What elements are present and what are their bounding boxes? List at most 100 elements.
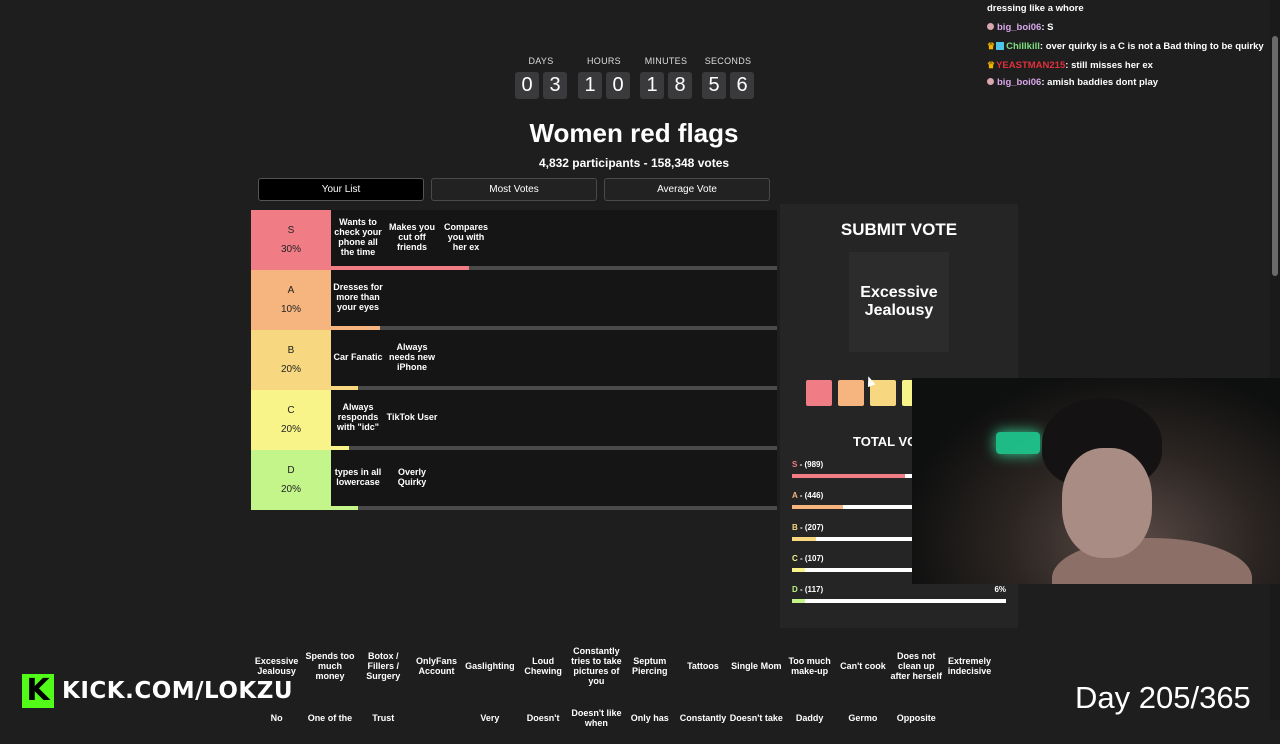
- pool-item[interactable]: Only has: [623, 694, 676, 744]
- pool-item[interactable]: Trust: [357, 694, 410, 744]
- pool-item[interactable]: Doesn't: [516, 694, 569, 744]
- tier-item[interactable]: Car Fanatic: [331, 330, 385, 386]
- kick-url: KICK.COM/LOKZU: [62, 678, 294, 704]
- tier-swatch-button[interactable]: [838, 380, 864, 406]
- pool-item[interactable]: Does not clean up after herself: [890, 642, 943, 692]
- chat-message: big_boi06: amish baddies dont play: [987, 74, 1270, 93]
- chat-text: S: [1047, 21, 1054, 33]
- countdown-digit: 0: [606, 72, 630, 99]
- chat-text: still misses her ex: [1071, 59, 1153, 71]
- tab-your-list[interactable]: Your List: [258, 178, 424, 201]
- countdown-label: SECONDS: [704, 56, 752, 66]
- pool-item[interactable]: Single Mom: [730, 642, 783, 692]
- countdown-label: MINUTES: [644, 56, 688, 66]
- pool-item[interactable]: Botox / Fillers / Surgery: [357, 642, 410, 692]
- tier-label: S 30%: [251, 210, 331, 270]
- countdown-digit: 1: [578, 72, 602, 99]
- pool-item[interactable]: Loud Chewing: [516, 642, 569, 692]
- total-vote-count: (446): [804, 491, 824, 501]
- tier-item[interactable]: TikTok User: [385, 390, 439, 446]
- tier-item[interactable]: Makes you cut off friends: [385, 210, 439, 266]
- countdown-unit: DAYS 0 3: [511, 56, 571, 99]
- webcam-overlay: [912, 378, 1280, 584]
- tier-items: types in all lowercase Overly Quirky: [331, 450, 777, 506]
- streamer-face: [1062, 448, 1152, 558]
- pool-item[interactable]: Constantly: [676, 694, 729, 744]
- page-title: Women red flags: [529, 118, 739, 148]
- pool-item[interactable]: OnlyFans Account: [410, 642, 463, 692]
- chat-username[interactable]: Chillkill: [1006, 41, 1040, 52]
- total-vote-separator: -: [797, 585, 805, 595]
- tier-items: Dresses for more than your eyes: [331, 270, 777, 326]
- chat-message: ♛ Chillkill: over quirky is a C is not a …: [987, 37, 1270, 56]
- tier-percent: 20%: [280, 364, 301, 375]
- tier-label: C 20%: [251, 390, 331, 450]
- tier-letter: A: [287, 285, 295, 296]
- chat-username[interactable]: big_boi06: [997, 22, 1041, 33]
- countdown-digits: 03: [511, 72, 571, 99]
- chat-text: amish baddies dont play: [1047, 77, 1159, 88]
- chat-message: ♛YEASTMAN215: still misses her ex: [987, 56, 1270, 75]
- countdown-label: HOURS: [586, 56, 621, 66]
- crown-badge-icon: ♛: [987, 41, 996, 51]
- tier-item[interactable]: Wants to check your phone all the time: [331, 210, 385, 266]
- pool-item[interactable]: Germo: [836, 694, 889, 744]
- chat-scrollbar[interactable]: [1270, 0, 1280, 720]
- scroll-thumb[interactable]: [1272, 36, 1278, 276]
- pool-item[interactable]: Too much make-up: [783, 642, 836, 692]
- tier-row-s: S 30% Wants to check your phone all the ti…: [251, 210, 777, 270]
- current-vote-card[interactable]: Excessive Jealousy: [849, 252, 949, 352]
- countdown-digits: 18: [636, 72, 696, 99]
- tier-label: B 20%: [251, 330, 331, 390]
- total-vote-fill: [792, 536, 816, 541]
- tier-letter: D: [287, 465, 295, 476]
- tier-row-b: B 20% Car Fanatic Always needs new iPhone: [251, 330, 777, 390]
- countdown-digit: 6: [730, 72, 754, 99]
- tier-row-c: C 20% Always responds with "idc" TikTok Use…: [251, 390, 777, 450]
- pool-item[interactable]: Tattoos: [676, 642, 729, 692]
- tab-most-votes[interactable]: Most Votes: [431, 178, 597, 201]
- pool-item[interactable]: Constantly tries to take pictures of you: [570, 642, 623, 692]
- pool-item[interactable]: Opposite: [890, 694, 943, 744]
- total-vote-count: (107): [804, 553, 824, 563]
- view-tabs: Your List Most Votes Average Vote: [258, 178, 770, 201]
- tier-items: Car Fanatic Always needs new iPhone: [331, 330, 777, 386]
- chat-username[interactable]: YEASTMAN215: [996, 60, 1065, 71]
- pool-item[interactable]: Extremely indecisive: [943, 642, 996, 692]
- tier-progress-fill: [331, 506, 358, 510]
- tier-item[interactable]: Always responds with "idc": [331, 390, 385, 446]
- chat-username[interactable]: big_boi06: [997, 77, 1041, 88]
- tier-item[interactable]: Overly Quirky: [385, 450, 439, 506]
- tier-item[interactable]: Compares you with her ex: [439, 210, 493, 266]
- total-vote-count: (989): [804, 460, 824, 469]
- chat-panel: dressing like a whore big_boi06: S ♛ Chillk…: [987, 0, 1270, 93]
- pool-item[interactable]: Doesn't like when: [570, 694, 623, 744]
- pool-item[interactable]: [943, 694, 996, 744]
- pool-item[interactable]: Spends too much money: [303, 642, 356, 692]
- tier-item[interactable]: types in all lowercase: [331, 450, 385, 506]
- pool-item[interactable]: Doesn't take: [730, 694, 783, 744]
- tier-letter: S: [287, 225, 295, 236]
- pool-item[interactable]: [410, 694, 463, 744]
- tier-item[interactable]: Always needs new iPhone: [385, 330, 439, 386]
- tab-average-vote[interactable]: Average Vote: [604, 178, 770, 201]
- pool-item[interactable]: Can't cook: [836, 642, 889, 692]
- total-vote-count: (207): [804, 522, 824, 532]
- total-vote-separator: -: [797, 522, 805, 532]
- submit-vote-title: SUBMIT VOTE: [840, 220, 958, 239]
- countdown-digit: 1: [640, 72, 664, 99]
- total-vote-row: D - (117) 6%: [792, 585, 1006, 604]
- chat-message: dressing like a whore: [987, 0, 1270, 19]
- countdown-unit: HOURS 1 0: [574, 56, 634, 99]
- countdown-digits: 56: [698, 72, 758, 99]
- item-pool-row: No One of the Trust Very Doesn't Doesn't like…: [250, 694, 996, 744]
- pool-item[interactable]: Daddy: [783, 694, 836, 744]
- pool-item[interactable]: Septum Piercing: [623, 642, 676, 692]
- pool-item[interactable]: Very: [463, 694, 516, 744]
- tier-item[interactable]: Dresses for more than your eyes: [331, 270, 385, 326]
- pool-item[interactable]: One of the: [303, 694, 356, 744]
- countdown-unit: MINUTES 1 8: [636, 56, 696, 99]
- tier-swatch-button[interactable]: [806, 380, 832, 406]
- kick-watermark: K KICK.COM/LOKZU: [22, 674, 293, 708]
- pool-item[interactable]: Gaslighting: [463, 642, 516, 692]
